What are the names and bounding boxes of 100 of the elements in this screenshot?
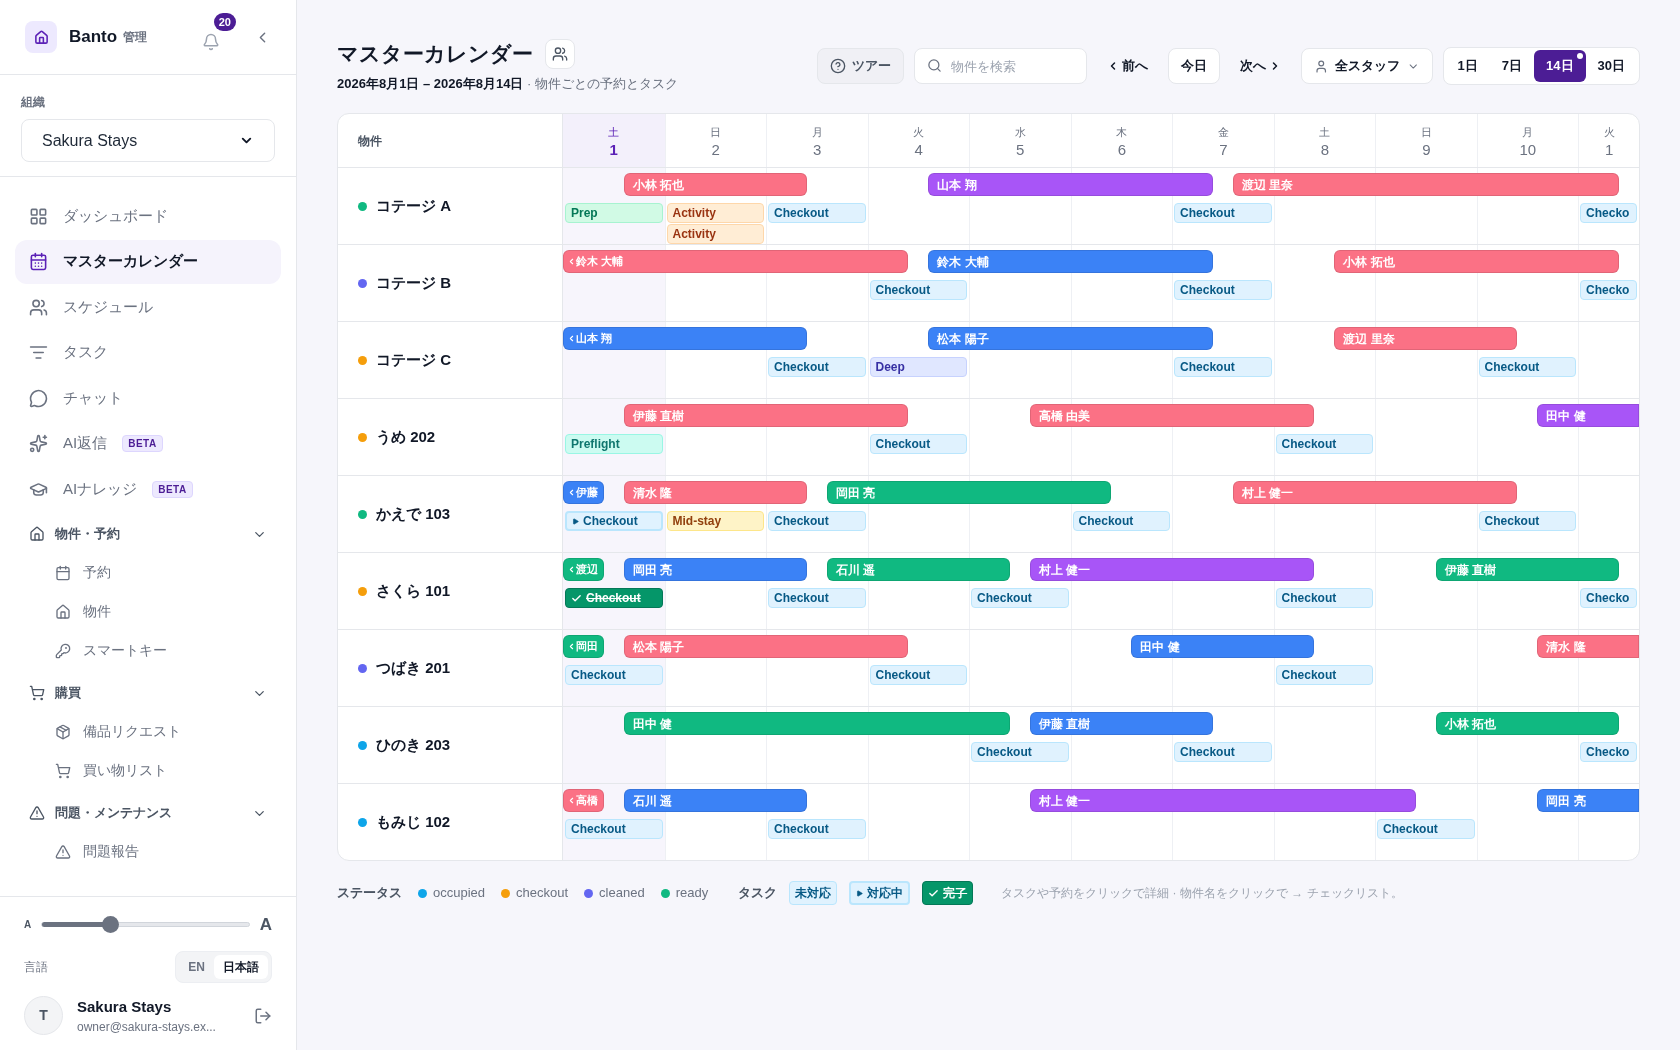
property-name[interactable]: ひのき 203 bbox=[376, 733, 451, 757]
booking-bar[interactable]: 岡田 亮 bbox=[1537, 789, 1639, 812]
org-select[interactable]: Sakura Stays bbox=[21, 119, 275, 162]
booking-bar[interactable]: 松本 陽子 bbox=[928, 327, 1213, 350]
booking-bar[interactable]: 伊藤 直樹 bbox=[1029, 712, 1213, 735]
task-chip[interactable]: Checkout bbox=[1478, 511, 1577, 531]
task-chip[interactable]: Checkout bbox=[1275, 588, 1374, 608]
task-chip[interactable]: Mid-stay bbox=[666, 511, 764, 531]
nav-subitem[interactable]: 物件 bbox=[15, 592, 281, 631]
notification-button[interactable]: 20 bbox=[202, 13, 236, 53]
nav-subitem[interactable]: 予約 bbox=[15, 553, 281, 592]
task-chip[interactable]: Deep bbox=[869, 357, 968, 377]
today-button[interactable]: 今日 bbox=[1167, 48, 1220, 84]
booking-bar[interactable]: 岡田 亮 bbox=[623, 558, 807, 581]
booking-bar[interactable]: 石川 遥 bbox=[623, 789, 807, 812]
task-chip[interactable]: Checkout bbox=[869, 434, 968, 454]
nav-subitem[interactable]: スマートキー bbox=[15, 631, 281, 670]
page-title: マスターカレンダー bbox=[337, 41, 533, 67]
task-chip[interactable]: Checkout bbox=[1478, 357, 1577, 377]
nav-item[interactable]: タスク bbox=[15, 330, 281, 375]
property-name[interactable]: さくら 101 bbox=[376, 579, 451, 603]
view-tab[interactable]: 1日 bbox=[1445, 50, 1490, 82]
tour-button[interactable]: ツアー bbox=[816, 48, 904, 84]
task-chip[interactable]: 対応中 bbox=[849, 881, 911, 905]
font-size-slider[interactable] bbox=[41, 915, 250, 934]
logout-icon[interactable] bbox=[254, 1006, 272, 1025]
task-chip[interactable]: Checkout bbox=[768, 819, 866, 839]
user-avatar: T bbox=[24, 996, 63, 1036]
property-name[interactable]: かえで 103 bbox=[376, 502, 451, 526]
day-header: 火 4 bbox=[867, 114, 970, 167]
task-chip[interactable]: Checkout bbox=[971, 588, 1069, 608]
task-chip[interactable]: Checkout bbox=[1275, 665, 1374, 685]
task-chip[interactable]: Prep bbox=[565, 203, 663, 223]
nav-item[interactable]: AIナレッジ BETA bbox=[15, 467, 281, 511]
task-chip[interactable]: Checko bbox=[1580, 280, 1637, 300]
check-icon bbox=[928, 887, 940, 899]
task-chip[interactable]: Activity bbox=[666, 203, 764, 223]
play-icon bbox=[572, 517, 579, 525]
task-chip[interactable]: Checkout bbox=[869, 280, 968, 300]
task-chip[interactable]: Checkout bbox=[1174, 280, 1272, 300]
next-button[interactable]: 次へ bbox=[1229, 48, 1291, 84]
booking-bar[interactable]: 村上 健一 bbox=[1029, 789, 1416, 812]
task-chip[interactable]: Checkout bbox=[565, 511, 663, 531]
view-tab[interactable]: 30日 bbox=[1585, 50, 1637, 82]
task-chip[interactable]: Checko bbox=[1580, 588, 1637, 608]
nav-subitem[interactable]: 備品リクエスト bbox=[15, 712, 281, 751]
task-chip[interactable]: Checkout bbox=[768, 357, 866, 377]
view-tab[interactable]: 7日 bbox=[1489, 50, 1535, 82]
warning-icon bbox=[29, 805, 45, 821]
language-option[interactable]: EN bbox=[179, 954, 214, 979]
previous-button[interactable]: 前へ bbox=[1096, 48, 1158, 84]
section-header[interactable]: 物件・予約 bbox=[15, 515, 281, 553]
task-chip[interactable]: Checko bbox=[1580, 742, 1637, 762]
task-chip[interactable]: Checkout bbox=[565, 819, 663, 839]
booking-bar[interactable]: 田中 健 bbox=[1537, 404, 1639, 427]
property-name[interactable]: もみじ 102 bbox=[376, 810, 451, 834]
task-chip[interactable]: Checkout bbox=[1377, 819, 1475, 839]
task-chip[interactable]: Checkout bbox=[565, 665, 663, 685]
search-field[interactable]: 物件を検索 bbox=[913, 48, 1087, 84]
task-chip[interactable]: Checkout bbox=[1072, 511, 1171, 531]
task-chip[interactable]: Checkout bbox=[565, 588, 663, 608]
booking-bar[interactable]: 山本 翔 bbox=[563, 327, 807, 350]
property-name[interactable]: コテージ B bbox=[376, 271, 451, 295]
task-chip[interactable]: Checkout bbox=[1275, 434, 1374, 454]
task-chip[interactable]: 完了 bbox=[922, 881, 974, 905]
property-name[interactable]: コテージ A bbox=[376, 194, 451, 218]
view-tab[interactable]: 14日 bbox=[1534, 50, 1586, 82]
property-name[interactable]: うめ 202 bbox=[376, 425, 436, 449]
task-chip[interactable]: Checkout bbox=[1174, 742, 1272, 762]
task-chip[interactable]: Checkout bbox=[768, 588, 866, 608]
nav-subitem[interactable]: 問題報告 bbox=[15, 832, 281, 871]
language-option[interactable]: 日本語 bbox=[214, 954, 268, 979]
nav-subitem[interactable]: 買い物リスト bbox=[15, 751, 281, 790]
nav-item[interactable]: スケジュール bbox=[15, 285, 281, 329]
task-chip[interactable]: Preflight bbox=[565, 434, 663, 454]
task-chip[interactable]: Checkout bbox=[869, 665, 968, 685]
booking-bar[interactable]: 鈴木 大輔 bbox=[928, 250, 1213, 273]
task-chip[interactable]: Checko bbox=[1580, 203, 1637, 223]
property-name[interactable]: つばき 201 bbox=[376, 656, 451, 680]
section-header[interactable]: 問題・メンテナンス bbox=[15, 794, 281, 832]
staff-view-button[interactable] bbox=[545, 38, 575, 69]
nav-item[interactable]: ダッシュボード bbox=[15, 194, 281, 238]
slider-thumb[interactable] bbox=[102, 916, 120, 933]
section-header[interactable]: 購買 bbox=[15, 674, 281, 712]
staff-select[interactable]: 全スタッフ bbox=[1300, 48, 1433, 84]
task-chip[interactable]: Checkout bbox=[768, 203, 866, 223]
booking-bar[interactable]: 伊藤 bbox=[563, 481, 604, 504]
task-chip[interactable]: 未対応 bbox=[789, 881, 838, 905]
task-chip[interactable]: Checkout bbox=[768, 511, 866, 531]
task-chip[interactable]: Checkout bbox=[971, 742, 1069, 762]
booking-bar[interactable]: 村上 健一 bbox=[1029, 558, 1315, 581]
task-chip[interactable]: Checkout bbox=[1174, 357, 1272, 377]
booking-bar[interactable]: 田中 健 bbox=[1131, 635, 1315, 658]
nav-item[interactable]: チャット bbox=[15, 376, 281, 420]
nav-item[interactable]: AI返信 BETA bbox=[15, 421, 281, 466]
property-name[interactable]: コテージ C bbox=[376, 348, 451, 372]
task-chip[interactable]: Checkout bbox=[1174, 203, 1272, 223]
booking-bar[interactable]: 山本 翔 bbox=[928, 173, 1213, 196]
nav-item[interactable]: マスターカレンダー bbox=[15, 239, 281, 284]
task-chip[interactable]: Activity bbox=[666, 224, 764, 244]
